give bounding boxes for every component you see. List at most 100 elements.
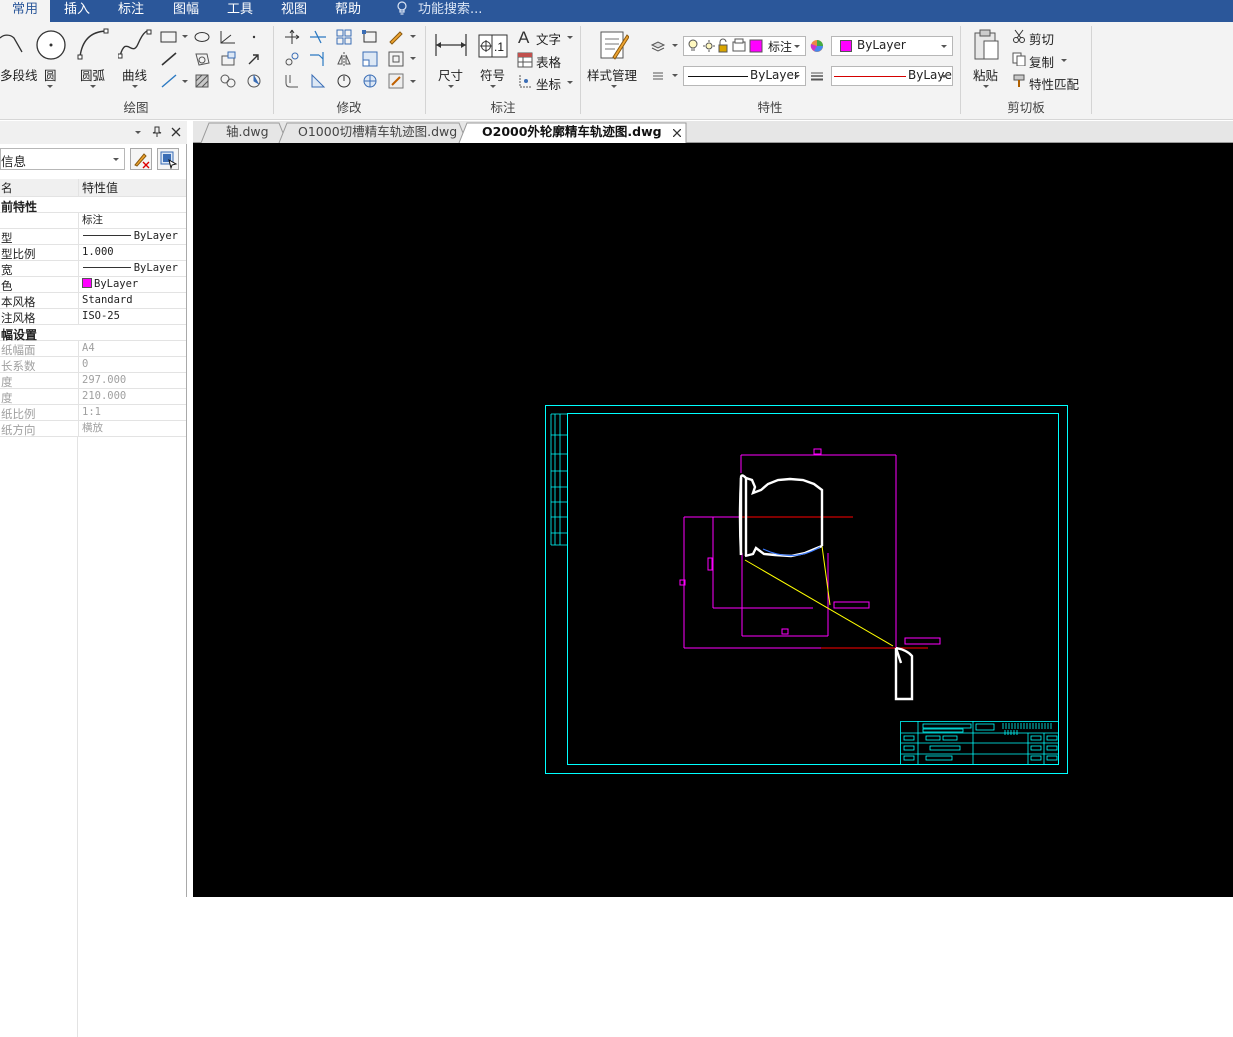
dimension-button[interactable]: [434, 30, 468, 60]
color-dropdown-arrow[interactable]: [941, 45, 947, 48]
curve-button[interactable]: [118, 28, 152, 60]
layer-manager-dropdown-arrow[interactable]: [672, 44, 678, 47]
layer-manager-button[interactable]: [649, 38, 667, 54]
pin-icon[interactable]: [151, 126, 163, 138]
property-value[interactable]: ByLayer: [78, 277, 186, 293]
hatch-boundary-button[interactable]: [192, 50, 212, 68]
tab-view[interactable]: 视图: [281, 0, 307, 22]
property-category[interactable]: 幅设置: [0, 325, 186, 342]
construction-line-dropdown-arrow[interactable]: [182, 80, 188, 83]
chamfer-button[interactable]: [308, 72, 328, 90]
ellipse-button[interactable]: [192, 28, 212, 46]
mirror-button[interactable]: [334, 50, 354, 68]
doc-tab-o2000[interactable]: O2000外轮廓精车轨迹图.dwg: [482, 123, 662, 143]
polyline-button[interactable]: [0, 28, 30, 56]
symbol-dropdown-arrow[interactable]: [490, 85, 496, 88]
copy-dropdown-arrow[interactable]: [1061, 59, 1067, 62]
arc-button[interactable]: [77, 28, 109, 60]
construction-line-button[interactable]: [158, 72, 180, 90]
arrow-button[interactable]: [246, 50, 262, 68]
style-manager-dropdown-arrow[interactable]: [611, 85, 617, 88]
property-value[interactable]: ByLayer: [78, 261, 186, 277]
tab-tools[interactable]: 工具: [227, 0, 253, 22]
quick-select-button[interactable]: [130, 148, 152, 170]
drawing-canvas[interactable]: [193, 143, 1233, 897]
linetype-manager-dropdown-arrow[interactable]: [672, 74, 678, 77]
copy-button[interactable]: [1011, 51, 1027, 67]
lineweight-icon-button[interactable]: [809, 68, 825, 84]
property-value[interactable]: 210.000: [78, 389, 186, 405]
offset-dropdown-arrow[interactable]: [410, 57, 416, 60]
tab-insert[interactable]: 插入: [64, 0, 90, 22]
coordinate-dropdown-arrow[interactable]: [567, 81, 573, 84]
rectangle-button[interactable]: [158, 28, 180, 46]
rotate-button[interactable]: [334, 72, 354, 90]
erase-dropdown-arrow[interactable]: [410, 35, 416, 38]
style-manager-button[interactable]: [595, 28, 631, 62]
paste-button[interactable]: [971, 28, 1001, 62]
sketch-button[interactable]: [244, 72, 264, 90]
panel-menu-arrow[interactable]: [135, 131, 141, 134]
rectangle-dropdown-arrow[interactable]: [182, 35, 188, 38]
property-value[interactable]: 横放: [78, 421, 186, 437]
curve-dropdown-arrow[interactable]: [132, 85, 138, 88]
linetype-dropdown-arrow[interactable]: [794, 75, 800, 78]
property-value[interactable]: 1:1: [78, 405, 186, 421]
lineweight-dropdown-arrow[interactable]: [941, 75, 947, 78]
property-category[interactable]: 前特性: [0, 197, 186, 214]
tab-home[interactable]: 常用: [0, 0, 51, 22]
circle-button[interactable]: [34, 28, 68, 62]
scale-button[interactable]: [360, 50, 380, 68]
circle-dropdown-arrow[interactable]: [47, 85, 53, 88]
tab-annotate[interactable]: 标注: [118, 0, 144, 22]
table-button[interactable]: [516, 51, 534, 69]
close-icon[interactable]: [171, 127, 181, 137]
text-dropdown-arrow[interactable]: [567, 36, 573, 39]
property-value[interactable]: 297.000: [78, 373, 186, 389]
text-button[interactable]: A: [516, 28, 534, 46]
property-value[interactable]: A4: [78, 341, 186, 357]
object-type-dropdown-arrow[interactable]: [113, 158, 119, 161]
region-button[interactable]: [218, 72, 238, 90]
coordinate-button[interactable]: [516, 73, 534, 91]
erase-button[interactable]: [386, 28, 406, 46]
linetype-select[interactable]: ByLayer: [683, 66, 806, 86]
match-properties-button[interactable]: [1011, 73, 1027, 89]
property-value[interactable]: Standard: [78, 293, 186, 309]
copy-object-button[interactable]: [282, 50, 302, 68]
object-type-select[interactable]: 信息: [0, 148, 125, 170]
property-value[interactable]: 标注: [78, 213, 186, 229]
explode-button[interactable]: [360, 72, 380, 90]
layer-dropdown-arrow[interactable]: [794, 45, 800, 48]
tab-help[interactable]: 帮助: [335, 0, 361, 22]
color-wheel-button[interactable]: [809, 38, 825, 54]
property-value[interactable]: 1.000: [78, 245, 186, 261]
doc-tab-o1000[interactable]: O1000切槽精车轨迹图.dwg: [298, 123, 457, 143]
point-button[interactable]: [246, 28, 262, 46]
arc-dropdown-arrow[interactable]: [90, 85, 96, 88]
linetype-manager-button[interactable]: [649, 68, 667, 84]
property-value[interactable]: ISO-25: [78, 309, 186, 325]
fillet-button[interactable]: [282, 72, 302, 90]
hatch-button[interactable]: [192, 72, 212, 90]
line-button[interactable]: [158, 50, 180, 68]
property-value[interactable]: ByLayer: [78, 229, 186, 245]
close-tab-icon[interactable]: [673, 129, 681, 137]
properties-edit-dropdown-arrow[interactable]: [410, 80, 416, 83]
lineweight-select[interactable]: ByLayer: [831, 66, 953, 86]
color-select[interactable]: ByLayer: [831, 36, 953, 56]
dimension-dropdown-arrow[interactable]: [448, 85, 454, 88]
tab-drawing-frame[interactable]: 图幅: [173, 0, 199, 22]
extend-button[interactable]: [308, 50, 328, 68]
symbol-button[interactable]: .1: [478, 34, 508, 58]
property-value[interactable]: 0: [78, 357, 186, 373]
feature-search[interactable]: 功能搜索...: [396, 0, 482, 22]
paste-dropdown-arrow[interactable]: [983, 85, 989, 88]
properties-edit-button[interactable]: [386, 72, 406, 90]
block-insert-button[interactable]: [218, 50, 238, 68]
trim-button[interactable]: [308, 28, 328, 46]
layer-select[interactable]: 标注: [683, 36, 806, 56]
offset-button[interactable]: [386, 50, 406, 68]
stretch-button[interactable]: [360, 28, 380, 46]
move-button[interactable]: [282, 28, 302, 46]
